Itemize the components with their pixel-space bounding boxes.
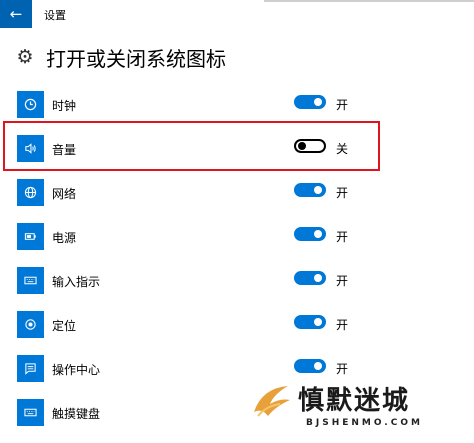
back-arrow-icon: ← <box>9 5 23 23</box>
app-title: 设置 <box>44 9 66 22</box>
setting-label: 输入指示 <box>52 275 101 289</box>
watermark-subtext: BJSHENMO.COM <box>306 418 423 428</box>
action-center-tile <box>17 355 44 382</box>
network-icon <box>24 186 37 199</box>
toggle-knob <box>314 98 322 106</box>
toggle-state-text: 开 <box>336 362 349 376</box>
toggle-knob <box>314 186 322 194</box>
touch-keyboard-tile <box>17 399 44 426</box>
setting-label: 定位 <box>52 319 77 333</box>
setting-row-power: 电源 开 <box>0 223 474 267</box>
watermark-logo-icon <box>254 386 290 417</box>
page-heading: ⚙ 打开或关闭系统图标 <box>14 42 226 72</box>
setting-label: 网络 <box>52 187 77 201</box>
highlight-box <box>3 121 380 171</box>
setting-row-location: 定位 开 <box>0 311 474 355</box>
keyboard-icon <box>24 276 37 285</box>
setting-row-network: 网络 开 <box>0 179 474 223</box>
action-center-toggle[interactable] <box>294 359 326 373</box>
toggle-state-text: 开 <box>336 230 349 244</box>
watermark-text: 慎默迷城 <box>298 386 411 416</box>
location-icon <box>25 319 36 330</box>
action-center-icon <box>25 363 36 375</box>
clock-icon <box>24 98 37 111</box>
location-toggle[interactable] <box>294 315 326 329</box>
toggle-knob <box>314 230 322 238</box>
back-button[interactable]: ← <box>0 0 32 28</box>
setting-label: 操作中心 <box>52 363 101 377</box>
setting-row-input-indicator: 输入指示 开 <box>0 267 474 311</box>
network-tile <box>17 179 44 206</box>
clock-toggle[interactable] <box>294 95 326 109</box>
page-title: 打开或关闭系统图标 <box>46 46 226 71</box>
setting-label: 触摸键盘 <box>52 407 101 421</box>
titlebar-divider <box>264 0 474 2</box>
power-tile <box>17 223 44 250</box>
input-indicator-tile <box>17 267 44 294</box>
power-toggle[interactable] <box>294 227 326 241</box>
toggle-knob <box>314 362 322 370</box>
toggle-knob <box>314 318 322 326</box>
title-bar: ← 设置 <box>0 0 474 30</box>
clock-tile <box>17 91 44 118</box>
toggle-state-text: 开 <box>336 318 349 332</box>
setting-label: 时钟 <box>52 99 77 113</box>
gear-icon: ⚙ <box>16 46 34 68</box>
toggle-state-text: 开 <box>336 98 349 112</box>
battery-icon <box>24 233 36 240</box>
location-tile <box>17 311 44 338</box>
toggle-state-text: 开 <box>336 186 349 200</box>
setting-label: 电源 <box>52 231 77 245</box>
network-toggle[interactable] <box>294 183 326 197</box>
watermark: 慎默迷城 BJSHENMO.COM <box>250 380 474 436</box>
input-indicator-toggle[interactable] <box>294 271 326 285</box>
toggle-state-text: 开 <box>336 274 349 288</box>
toggle-knob <box>314 274 322 282</box>
touch-keyboard-icon <box>24 408 37 417</box>
